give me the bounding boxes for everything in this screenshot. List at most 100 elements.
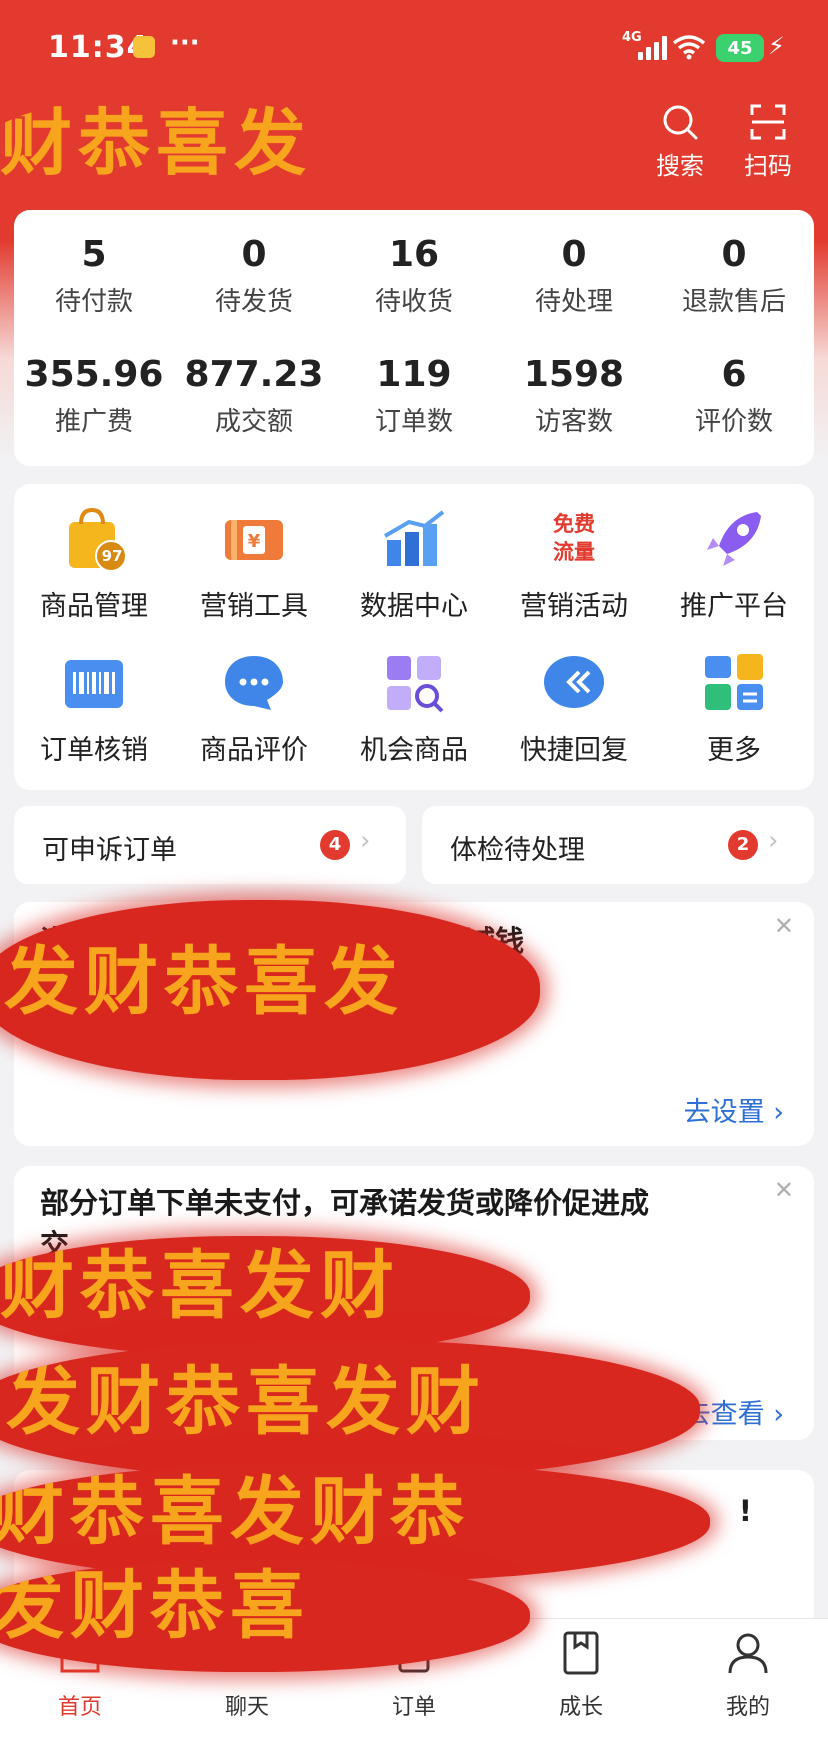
stat-reviews[interactable]: 6 评价数 xyxy=(654,354,814,438)
scan-label: 扫码 xyxy=(744,152,792,180)
svg-text:¥: ¥ xyxy=(248,531,261,552)
tool-marketing-tools[interactable]: ¥ 营销工具 xyxy=(174,504,334,623)
tool-label: 快捷回复 xyxy=(520,735,628,766)
scan-button[interactable]: 扫码 xyxy=(723,102,813,181)
stat-label: 推广费 xyxy=(54,407,133,437)
notice-label: 可申诉订单 xyxy=(42,835,177,866)
stat-gmv[interactable]: 877.23 成交额 xyxy=(174,354,334,438)
stat-label: 订单数 xyxy=(374,407,453,437)
tool-product-reviews[interactable]: 商品评价 xyxy=(174,648,334,767)
tool-data-center[interactable]: 数据中心 xyxy=(334,504,494,623)
tab-orders[interactable]: 订单 xyxy=(354,1629,474,1721)
search-button[interactable]: 搜索 xyxy=(635,102,725,181)
bar-chart-icon xyxy=(379,504,449,574)
order-icon xyxy=(398,1633,430,1673)
stat-order-count[interactable]: 119 订单数 xyxy=(334,354,494,438)
close-icon[interactable]: ✕ xyxy=(774,1176,794,1204)
stat-value: 0 xyxy=(561,234,587,275)
barcode-icon xyxy=(59,648,129,718)
appealable-orders-row[interactable]: 可申诉订单 4 › xyxy=(14,806,406,884)
stat-value: 5 xyxy=(81,234,107,275)
growth-book-icon xyxy=(563,1631,599,1675)
notification-app-icon xyxy=(133,36,155,58)
stat-value: 877.23 xyxy=(184,354,324,395)
stat-pending-receipt[interactable]: 16 待收货 xyxy=(334,234,494,318)
tool-quick-reply[interactable]: 快捷回复 xyxy=(494,648,654,767)
stat-pending-payment[interactable]: 5 待付款 xyxy=(14,234,174,318)
home-icon xyxy=(60,1632,100,1673)
signal-icon xyxy=(638,36,667,60)
stat-pending-handle[interactable]: 0 待处理 xyxy=(494,234,654,318)
tool-label: 机会商品 xyxy=(360,735,468,766)
tab-growth[interactable]: 成长 xyxy=(521,1629,641,1721)
stat-value: 355.96 xyxy=(24,354,164,395)
tool-opportunity-products[interactable]: 机会商品 xyxy=(334,648,494,767)
notice-label: 体检待处理 xyxy=(450,835,585,866)
stat-promotion-fee[interactable]: 355.96 推广费 xyxy=(14,354,174,438)
coupon-icon: ¥ xyxy=(219,504,289,574)
close-icon[interactable]: ✕ xyxy=(774,912,794,940)
stat-label: 待付款 xyxy=(54,287,133,317)
tool-promotion-platform[interactable]: 推广平台 xyxy=(654,504,814,623)
tool-label: 推广平台 xyxy=(680,591,788,622)
stat-label: 待收货 xyxy=(374,287,453,317)
stat-value: 16 xyxy=(388,234,440,275)
stat-value: 119 xyxy=(376,354,452,395)
message-title-line2: 交 xyxy=(40,1228,70,1262)
more-apps-icon xyxy=(699,648,769,718)
stat-refund[interactable]: 0 退款售后 xyxy=(654,234,814,318)
more-notifications-icon: ··· xyxy=(170,28,200,58)
charging-icon: ⚡ xyxy=(768,32,785,60)
notice-count-badge: 2 xyxy=(728,830,758,860)
tool-label: 营销活动 xyxy=(520,591,628,622)
tab-label: 订单 xyxy=(391,1695,436,1720)
tab-label: 聊天 xyxy=(224,1695,269,1720)
go-view-link[interactable]: 去查看 › xyxy=(684,1392,784,1431)
battery-icon: 45 xyxy=(716,34,764,62)
battery-level: 45 xyxy=(727,37,753,59)
stat-label: 待发货 xyxy=(214,287,293,317)
stat-value: 0 xyxy=(721,234,747,275)
stat-label: 访客数 xyxy=(534,407,613,437)
stat-label: 待处理 xyxy=(534,287,613,317)
notice-count-badge: 4 xyxy=(320,830,350,860)
stat-pending-shipment[interactable]: 0 待发货 xyxy=(174,234,334,318)
tab-home[interactable]: 首页 xyxy=(20,1629,140,1721)
tab-label: 首页 xyxy=(57,1695,102,1720)
tool-label: 数据中心 xyxy=(360,591,468,622)
chat-bubble-icon xyxy=(219,648,289,718)
tool-label: 订单核销 xyxy=(40,735,148,766)
stat-visitors[interactable]: 1598 访客数 xyxy=(494,354,654,438)
free-traffic-line1: 免费 xyxy=(553,512,595,536)
quick-reply-icon xyxy=(539,648,609,718)
promo-message-card[interactable]: ✕ 满减活动效果不错，再设1个满元减钱 去设置 › xyxy=(14,902,814,1146)
tool-more[interactable]: 更多 xyxy=(654,648,814,767)
stat-label: 退款售后 xyxy=(681,287,786,317)
stat-value: 0 xyxy=(241,234,267,275)
stat-label: 成交额 xyxy=(214,407,293,437)
status-bar: 11:34 ··· 4G 45 ⚡ xyxy=(0,0,828,96)
tool-order-verify[interactable]: 订单核销 xyxy=(14,648,174,767)
tab-label: 成长 xyxy=(558,1695,603,1720)
user-icon xyxy=(728,1633,768,1674)
free-traffic-line2: 流量 xyxy=(553,540,595,564)
free-traffic-icon: 免费 流量 xyxy=(539,504,609,574)
go-set-link[interactable]: 去设置 › xyxy=(684,1090,784,1129)
message-title-line1: 部分订单下单未支付，可承诺发货或降价促进成 xyxy=(40,1186,650,1220)
tab-chat[interactable]: 聊天 xyxy=(187,1629,307,1721)
wifi-icon xyxy=(672,35,706,60)
message-title: 满减活动效果不错，再设1个满元减钱 xyxy=(40,924,525,958)
stat-value: 6 xyxy=(721,354,747,395)
search-label: 搜索 xyxy=(656,152,704,180)
health-check-row[interactable]: 体检待处理 2 › xyxy=(422,806,814,884)
unpaid-orders-card[interactable]: ✕ 部分订单下单未支付，可承诺发货或降价促进成 交 待支付 去查看 › xyxy=(14,1166,814,1440)
tool-label: 营销工具 xyxy=(200,591,308,622)
tool-product-management[interactable]: 97 商品管理 xyxy=(14,504,174,623)
third-message-card[interactable]: ! xyxy=(14,1470,814,1630)
stat-value: 1598 xyxy=(523,354,625,395)
shopping-bag-icon: 97 xyxy=(59,504,129,574)
tool-marketing-activity[interactable]: 免费 流量 营销活动 xyxy=(494,504,654,623)
tab-profile[interactable]: 我的 xyxy=(688,1629,808,1721)
tool-label: 商品管理 xyxy=(40,591,148,622)
stats-card: 5 待付款 0 待发货 16 待收货 0 待处理 0 退款售后 355.96 推… xyxy=(14,210,814,466)
